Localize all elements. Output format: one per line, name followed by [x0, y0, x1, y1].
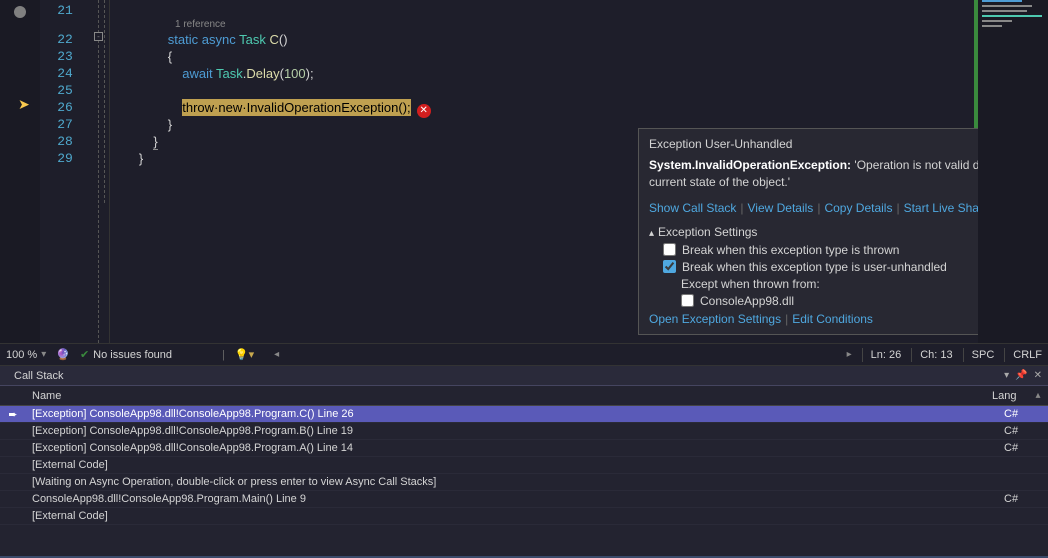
frame-name: [External Code]	[22, 459, 1004, 471]
fold-toggle-icon[interactable]: -	[94, 32, 103, 41]
code-line[interactable]: await Task.Delay(100);	[110, 65, 978, 82]
current-line-arrow-icon: ➤	[18, 96, 30, 113]
frame-lang: C#	[1004, 442, 1044, 454]
exception-icon[interactable]: ✕	[417, 104, 431, 118]
zoom-level[interactable]: 100 % ▾	[6, 349, 46, 361]
call-stack-row[interactable]: ConsoleApp98.dll!ConsoleApp98.Program.Ma…	[0, 491, 1048, 508]
call-stack-row[interactable]: [External Code]	[0, 508, 1048, 525]
code-editor[interactable]: 1 reference static async Task C() { awai…	[110, 0, 978, 343]
close-icon[interactable]: ✕	[1034, 370, 1042, 381]
frame-name: [Exception] ConsoleApp98.dll!ConsoleApp9…	[22, 425, 1004, 437]
editor-status-bar: 100 % ▾ 🔮 ✔No issues found | 💡▾ ◂ ▸ Ln: …	[0, 343, 1048, 365]
minimap[interactable]	[978, 0, 1048, 343]
frame-name: [Exception] ConsoleApp98.dll!ConsoleApp9…	[22, 442, 1004, 454]
popup-title: Exception User-Unhandled	[649, 137, 792, 151]
line-number: 28	[40, 133, 90, 150]
line-number: 21	[40, 2, 90, 19]
col-lang-header[interactable]: Lang	[992, 390, 1032, 402]
lightbulb-icon[interactable]: 💡▾	[235, 348, 254, 361]
window-dropdown-icon[interactable]: ▾	[1004, 370, 1009, 381]
call-stack-rows: ➨[Exception] ConsoleApp98.dll!ConsoleApp…	[0, 406, 1048, 556]
code-lens[interactable]: 1 reference	[110, 19, 978, 31]
call-stack-row[interactable]: [Waiting on Async Operation, double-clic…	[0, 474, 1048, 491]
breakpoint-gutter[interactable]: ➤	[0, 0, 40, 343]
pin-icon[interactable]: 📌	[1015, 370, 1027, 381]
code-line[interactable]	[110, 82, 978, 99]
line-number: 26	[40, 99, 90, 116]
code-line-current[interactable]: throw·new·InvalidOperationException();✕	[110, 99, 978, 116]
frame-lang: C#	[1004, 425, 1044, 437]
issues-indicator[interactable]: ✔No issues found	[80, 348, 172, 361]
scroll-right-icon[interactable]: ▸	[847, 349, 852, 360]
line-number: 22	[40, 31, 90, 48]
frame-name: [Waiting on Async Operation, double-clic…	[22, 476, 1004, 488]
vs-icon: 🔮	[56, 348, 70, 361]
frame-lang: C#	[1004, 493, 1044, 505]
eol-indicator[interactable]: CRLF	[1004, 348, 1042, 362]
view-details-link[interactable]: View Details	[748, 201, 814, 215]
break-when-thrown-checkbox[interactable]	[663, 243, 676, 256]
code-line[interactable]: static async Task C()	[110, 31, 978, 48]
call-stack-row[interactable]: [Exception] ConsoleApp98.dll!ConsoleApp9…	[0, 423, 1048, 440]
indent-indicator[interactable]: SPC	[963, 348, 995, 362]
edit-conditions-link[interactable]: Edit Conditions	[792, 312, 873, 326]
except-item-checkbox[interactable]	[681, 294, 694, 307]
editor-area: ➤ 21 22 23 24 25 26 27 28 29 - 1 referen…	[0, 0, 1048, 343]
line-number: 27	[40, 116, 90, 133]
open-exception-settings-link[interactable]: Open Exception Settings	[649, 312, 781, 326]
frame-name: ConsoleApp98.dll!ConsoleApp98.Program.Ma…	[22, 493, 1004, 505]
line-number: 29	[40, 150, 90, 167]
current-frame-arrow-icon: ➨	[4, 408, 22, 421]
call-stack-header: Name Lang ▴	[0, 386, 1048, 406]
frame-name: [External Code]	[22, 510, 1004, 522]
line-number-gutter: 21 22 23 24 25 26 27 28 29	[40, 0, 90, 343]
call-stack-row[interactable]: ➨[Exception] ConsoleApp98.dll!ConsoleApp…	[0, 406, 1048, 423]
call-stack-titlebar[interactable]: Call Stack ▾ 📌 ✕	[0, 366, 1048, 386]
col-name-header[interactable]: Name	[4, 390, 992, 402]
line-col-indicator[interactable]: Ln: 26	[862, 348, 902, 362]
call-stack-row[interactable]: [Exception] ConsoleApp98.dll!ConsoleApp9…	[0, 440, 1048, 457]
call-stack-panel: Call Stack ▾ 📌 ✕ Name Lang ▴ ➨[Exception…	[0, 365, 1048, 556]
char-indicator[interactable]: Ch: 13	[911, 348, 952, 362]
copy-details-link[interactable]: Copy Details	[824, 201, 892, 215]
scroll-up-icon[interactable]: ▴	[1032, 390, 1044, 401]
frame-name: [Exception] ConsoleApp98.dll!ConsoleApp9…	[22, 408, 1004, 420]
line-number: 23	[40, 48, 90, 65]
fold-gutter[interactable]: -	[90, 0, 110, 343]
show-call-stack-link[interactable]: Show Call Stack	[649, 201, 736, 215]
scroll-left-icon[interactable]: ◂	[274, 349, 279, 360]
call-stack-row[interactable]: [External Code]	[0, 457, 1048, 474]
break-when-unhandled-checkbox[interactable]	[663, 260, 676, 273]
line-number: 25	[40, 82, 90, 99]
line-number: 24	[40, 65, 90, 82]
code-line[interactable]: {	[110, 48, 978, 65]
call-stack-title: Call Stack	[6, 368, 72, 384]
frame-lang: C#	[1004, 408, 1044, 420]
breakpoint-indicator-icon[interactable]	[14, 6, 26, 18]
